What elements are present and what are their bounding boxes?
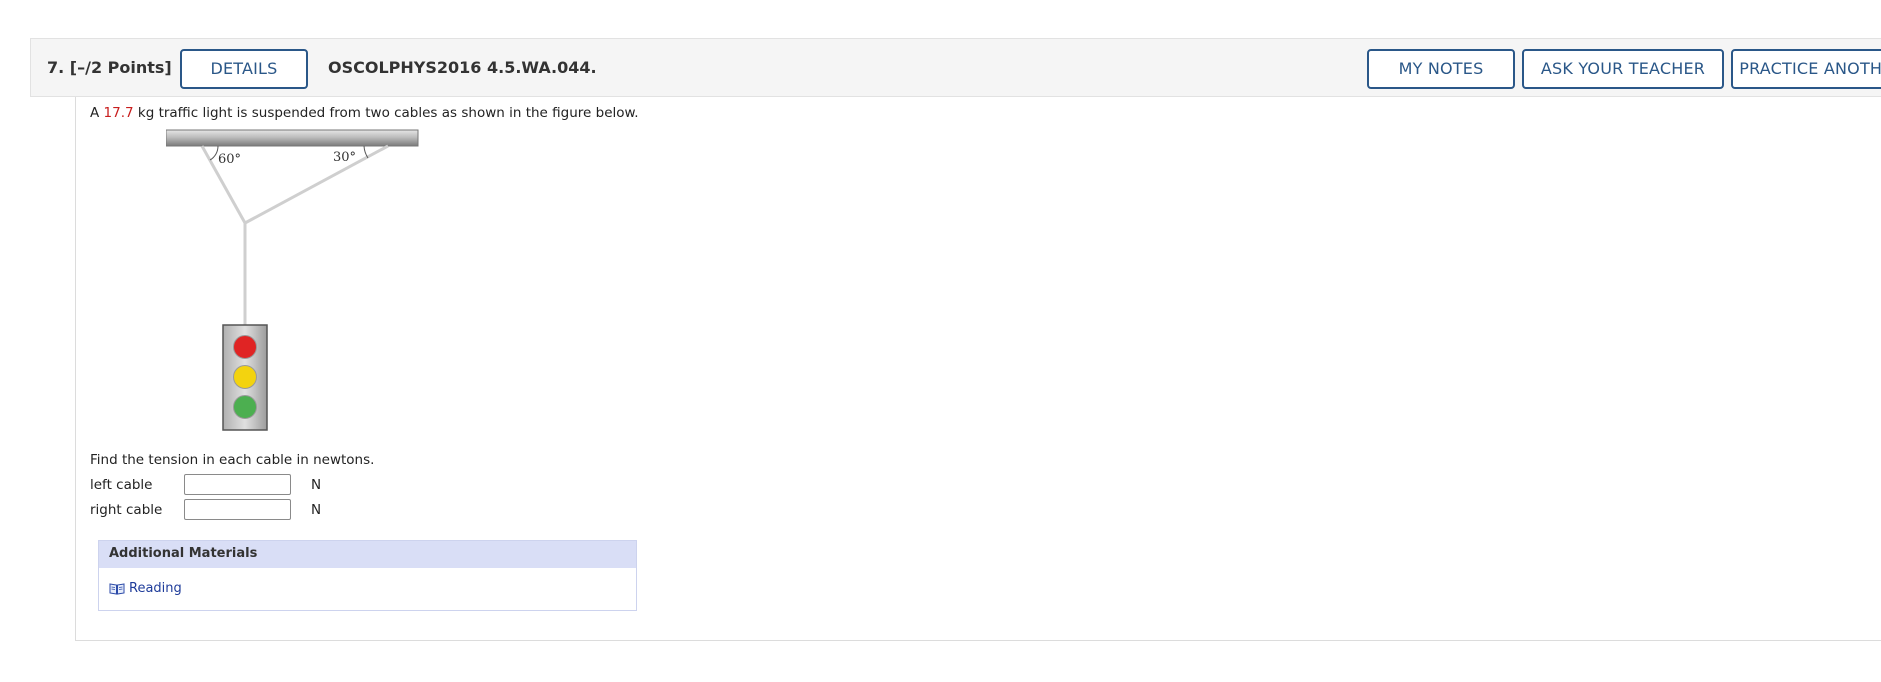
right-cable-label: right cable — [90, 502, 163, 518]
reading-link[interactable]: Reading — [109, 581, 182, 596]
question-body: A 17.7 kg traffic light is suspended fro… — [75, 97, 1881, 641]
question-prompt: A 17.7 kg traffic light is suspended fro… — [90, 105, 639, 121]
reading-label[interactable]: Reading — [129, 581, 182, 596]
left-cable-unit: N — [311, 477, 322, 493]
left-cable-input[interactable] — [184, 474, 291, 495]
question-header: 7. [–/2 Points] DETAILS OSCOLPHYS2016 4.… — [30, 38, 1881, 97]
my-notes-button[interactable]: MY NOTES — [1367, 49, 1515, 89]
right-angle-label: 30° — [333, 150, 356, 165]
traffic-light-figure: 60° 30° — [166, 129, 419, 431]
prompt-prefix: A — [90, 105, 104, 121]
prompt-suffix: kg traffic light is suspended from two c… — [133, 105, 639, 121]
question-number-points: 7. [–/2 Points] — [47, 58, 172, 77]
left-angle-arc — [209, 145, 219, 161]
right-cable-input[interactable] — [184, 499, 291, 520]
ceiling-beam — [166, 129, 419, 147]
details-button[interactable]: DETAILS — [180, 49, 308, 89]
right-cable-unit: N — [311, 502, 322, 518]
red-light-icon — [233, 335, 257, 359]
green-light-icon — [233, 395, 257, 419]
yellow-light-icon — [233, 365, 257, 389]
left-angle-label: 60° — [218, 152, 241, 167]
ask-your-teacher-button[interactable]: ASK YOUR TEACHER — [1522, 49, 1724, 89]
practice-another-button[interactable]: PRACTICE ANOTHER — [1731, 49, 1881, 89]
right-cable — [244, 144, 389, 225]
book-icon — [109, 583, 125, 595]
mass-value: 17.7 — [103, 105, 134, 121]
left-cable-label: left cable — [90, 477, 153, 493]
question-code: OSCOLPHYS2016 4.5.WA.044. — [328, 58, 597, 77]
find-instruction: Find the tension in each cable in newton… — [90, 452, 375, 468]
additional-materials: Additional Materials Reading — [98, 540, 637, 611]
additional-materials-title: Additional Materials — [99, 541, 636, 568]
